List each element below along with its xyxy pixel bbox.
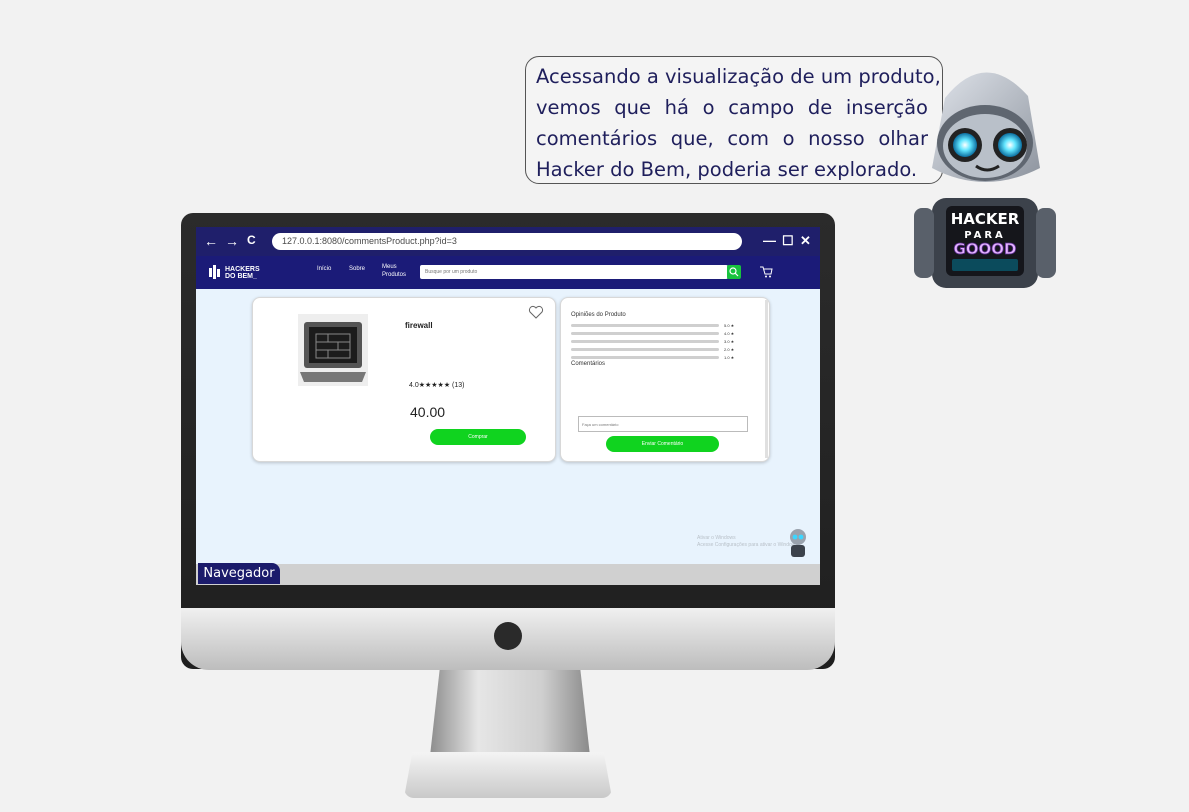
heart-icon[interactable] bbox=[528, 305, 544, 320]
reviews-card: Opiniões do Produto 5.0 ★ 4.0 ★ 3.0 ★ 2.… bbox=[560, 297, 770, 462]
nav-produtos[interactable]: Produtos bbox=[382, 272, 406, 278]
rating-bar-3 bbox=[571, 340, 719, 343]
rating-bar-4 bbox=[571, 332, 719, 335]
send-comment-button[interactable]: Enviar Comentário bbox=[606, 436, 719, 452]
hacker-robot-mascot: HACKER PARA GOOOD bbox=[914, 72, 1056, 288]
rating-bar-5-label: 5.0 ★ bbox=[724, 323, 735, 328]
rating-bar-2 bbox=[571, 348, 719, 351]
browser-label-badge: Navegador bbox=[198, 563, 280, 584]
rating-bar-1 bbox=[571, 356, 719, 359]
cart-icon[interactable] bbox=[759, 265, 774, 279]
rating-bar-4-label: 4.0 ★ bbox=[724, 331, 735, 336]
browser-toolbar: ← → C 127.0.0.1:8080/commentsProduct.php… bbox=[196, 227, 820, 256]
rating-bar-5 bbox=[571, 324, 719, 327]
search-button[interactable] bbox=[727, 265, 741, 279]
logo-line1: HACKERS bbox=[225, 266, 260, 273]
rating-bar-3-label: 3.0 ★ bbox=[724, 339, 735, 344]
reload-icon[interactable]: C bbox=[247, 233, 256, 247]
mini-robot-icon bbox=[790, 529, 806, 557]
bubble-line-4: Hacker do Bem, poderia ser explorado. bbox=[536, 158, 918, 181]
reviews-scrollbar[interactable] bbox=[765, 300, 768, 458]
search-icon bbox=[729, 267, 739, 277]
buy-button[interactable]: Comprar bbox=[430, 429, 526, 445]
site-header: HACKERS DO BEM_ Início Sobre Meus Produt… bbox=[196, 256, 820, 289]
comment-input[interactable]: Faça um comentário bbox=[578, 416, 748, 432]
speech-bubble: Acessando a visualização de um produto, … bbox=[525, 56, 943, 184]
product-card: firewall 4.0★★★★★ (13) 40.00 Comprar bbox=[252, 297, 556, 462]
windows-activation-watermark: Ativar o Windows Acesse Configurações pa… bbox=[697, 535, 799, 549]
bubble-line-3: comentários que, com o nosso olhar bbox=[536, 127, 928, 150]
monitor-stand bbox=[430, 670, 590, 756]
taskbar bbox=[196, 564, 820, 585]
monitor-base bbox=[404, 752, 612, 798]
nav-sobre[interactable]: Sobre bbox=[349, 266, 365, 272]
bubble-line-2: vemos que há o campo de inserção bbox=[536, 96, 928, 119]
search-input[interactable]: Busque por um produto bbox=[420, 265, 728, 279]
product-image bbox=[298, 314, 368, 386]
robot-badge-line1: HACKER bbox=[951, 210, 1020, 228]
forward-arrow-icon[interactable]: → bbox=[225, 233, 239, 249]
watermark-line2: Acesse Configurações para ativar o Windo… bbox=[697, 542, 800, 548]
close-icon[interactable]: ✕ bbox=[800, 233, 811, 249]
logo-mark-icon bbox=[209, 265, 220, 279]
rating-bar-2-label: 2.0 ★ bbox=[724, 347, 735, 352]
monitor-screen: ← → C 127.0.0.1:8080/commentsProduct.php… bbox=[196, 227, 820, 585]
product-name: firewall bbox=[405, 321, 433, 330]
url-bar[interactable]: 127.0.0.1:8080/commentsProduct.php?id=3 bbox=[272, 233, 742, 250]
maximize-icon[interactable]: ☐ bbox=[782, 233, 794, 249]
back-arrow-icon[interactable]: ← bbox=[204, 233, 218, 249]
nav-meus[interactable]: Meus bbox=[382, 264, 397, 270]
minimize-icon[interactable]: — bbox=[763, 233, 776, 248]
product-rating: 4.0★★★★★ (13) bbox=[409, 382, 465, 389]
comments-title: Comentários bbox=[571, 361, 606, 367]
nav-inicio[interactable]: Início bbox=[317, 266, 331, 272]
robot-badge-line3: GOOOD bbox=[953, 240, 1016, 258]
rating-bar-1-label: 1.0 ★ bbox=[724, 355, 735, 360]
reviews-title: Opiniões do Produto bbox=[571, 312, 626, 318]
logo-line2: DO BEM_ bbox=[225, 273, 257, 280]
product-price: 40.00 bbox=[410, 404, 446, 420]
watermark-line1: Ativar o Windows bbox=[697, 535, 736, 541]
bubble-line-1: Acessando a visualização de um produto, bbox=[536, 65, 941, 88]
monitor-logo-dot bbox=[494, 622, 522, 650]
